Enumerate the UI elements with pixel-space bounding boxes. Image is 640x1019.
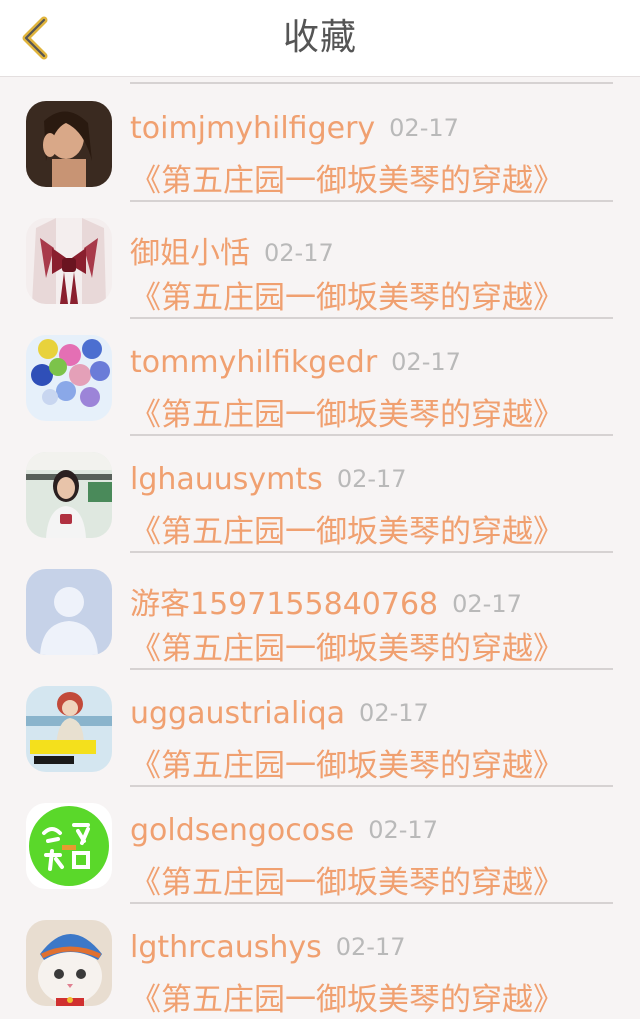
name-line: 御姐小恬 02-17: [130, 228, 334, 271]
page-title: 收藏: [282, 17, 357, 58]
list-item[interactable]: lgthrcaushys 02-17 《第五庄园一御坂美琴的穿越》: [0, 896, 640, 1018]
girl-cafe-avatar[interactable]: [26, 452, 112, 538]
name-line: goldsengocose 02-17: [130, 813, 438, 853]
list-item[interactable]: 御姐小恬 02-17 《第五庄园一御坂美琴的穿越》: [0, 194, 640, 319]
name-line: 游客1597155840768 02-17: [130, 579, 522, 622]
woman-portrait-avatar[interactable]: [26, 101, 112, 187]
date: 02-17: [452, 590, 522, 618]
cat-hat-avatar[interactable]: [26, 920, 112, 1006]
top-bar: 收藏: [0, 0, 640, 77]
date: 02-17: [359, 699, 429, 727]
date: 02-17: [368, 816, 438, 844]
list-item[interactable]: toimjmyhilfigery 02-17 《第五庄园一御坂美琴的穿越》: [0, 77, 640, 202]
username[interactable]: goldsengocose: [130, 813, 354, 848]
name-line: lgthrcaushys 02-17: [130, 930, 406, 970]
kimono-bow-avatar[interactable]: [26, 218, 112, 304]
list-item[interactable]: tommyhilfikgedr 02-17 《第五庄园一御坂美琴的穿越》: [0, 311, 640, 436]
date: 02-17: [264, 239, 334, 267]
name-line: toimjmyhilfigery 02-17: [130, 111, 459, 151]
date: 02-17: [389, 114, 459, 142]
list-item[interactable]: goldsengocose 02-17 《第五庄园一御坂美琴的穿越》: [0, 779, 640, 904]
work-title[interactable]: 《第五庄园一御坂美琴的穿越》: [130, 974, 564, 1019]
green-exam-avatar[interactable]: [26, 803, 112, 889]
date: 02-17: [336, 465, 407, 493]
list-item[interactable]: lghauusymts 02-17 《第五庄园一御坂美琴的穿越》: [0, 428, 640, 553]
cartoon-girl-avatar[interactable]: [26, 686, 112, 772]
username[interactable]: lghauusymts: [130, 462, 323, 497]
name-line: uggaustrialiqa 02-17: [130, 696, 429, 736]
default-user-avatar[interactable]: [26, 569, 112, 655]
date: 02-17: [335, 933, 406, 961]
username[interactable]: lgthrcaushys: [130, 930, 322, 965]
username[interactable]: 御姐小恬: [130, 236, 250, 271]
username[interactable]: toimjmyhilfigery: [130, 111, 375, 146]
list-item[interactable]: uggaustrialiqa 02-17 《第五庄园一御坂美琴的穿越》: [0, 662, 640, 787]
list-item[interactable]: 游客1597155840768 02-17 《第五庄园一御坂美琴的穿越》: [0, 545, 640, 670]
name-line: lghauusymts 02-17: [130, 462, 407, 502]
balloons-avatar[interactable]: [26, 335, 112, 421]
username[interactable]: tommyhilfikgedr: [130, 345, 377, 380]
name-line: tommyhilfikgedr 02-17: [130, 345, 461, 385]
username[interactable]: 游客1597155840768: [130, 587, 438, 622]
date: 02-17: [391, 348, 461, 376]
username[interactable]: uggaustrialiqa: [130, 696, 345, 731]
